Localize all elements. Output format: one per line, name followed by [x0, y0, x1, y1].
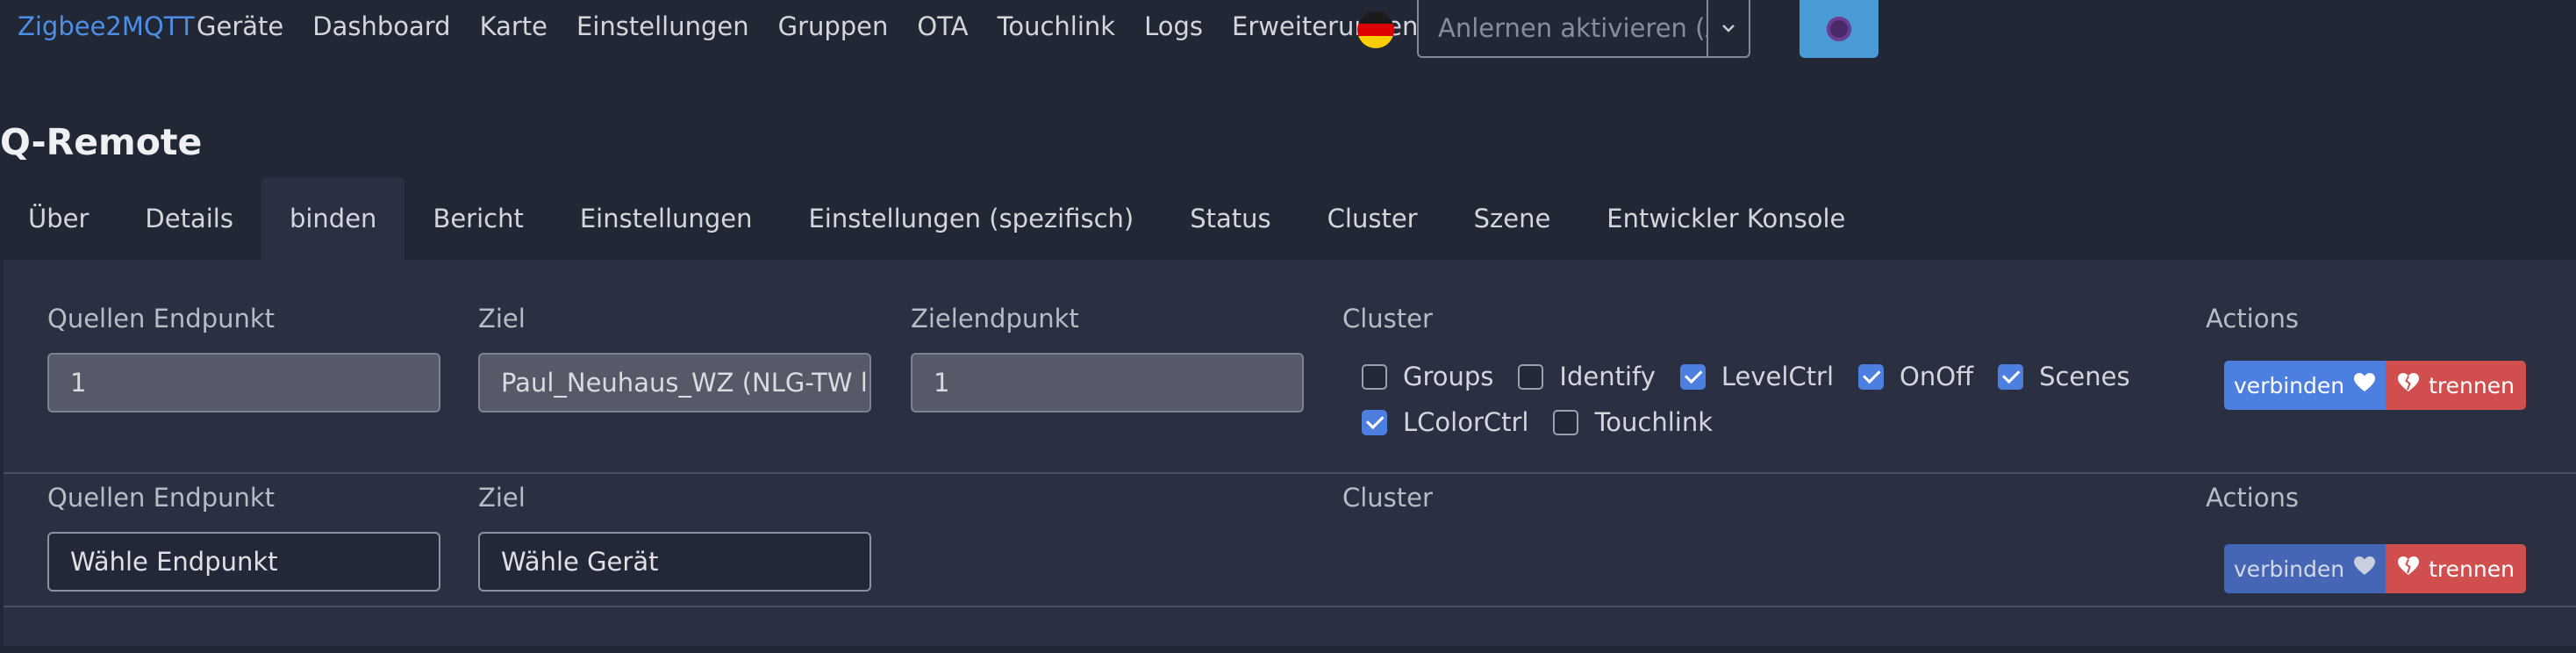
heart-icon: [2353, 372, 2376, 398]
nav-logs[interactable]: Logs: [1144, 11, 1203, 41]
bind-label: verbinden: [2233, 372, 2345, 398]
target-endpoint-select: 1: [911, 353, 1304, 413]
unbind-label: trennen: [2429, 372, 2515, 398]
cluster-lcolorctrl-checkbox[interactable]: LColorCtrl: [1362, 407, 1528, 437]
broken-heart-icon: [2397, 372, 2420, 398]
checkbox[interactable]: [1362, 363, 1387, 390]
actions-group: verbinden trennen: [2224, 544, 2526, 593]
checkbox[interactable]: [1998, 363, 2024, 390]
bind-button[interactable]: verbinden: [2224, 361, 2386, 410]
actions-label: Actions: [2206, 483, 2299, 513]
actions-group: verbinden trennen: [2224, 361, 2526, 410]
source-endpoint-select[interactable]: Wähle Endpunkt: [47, 532, 440, 592]
target-endpoint-label: Zielendpunkt: [911, 304, 1079, 334]
unbind-button[interactable]: trennen: [2386, 361, 2526, 410]
device-tabs: Über Details binden Bericht Einstellunge…: [0, 177, 1873, 260]
cluster-name: LColorCtrl: [1403, 407, 1529, 437]
tab-state[interactable]: Status: [1162, 177, 1299, 260]
tab-reporting[interactable]: Bericht: [404, 177, 551, 260]
theme-icon: [1827, 17, 1851, 41]
navbar: Zigbee2MQTT Geräte Dashboard Karte Einst…: [0, 0, 2576, 60]
tab-clusters[interactable]: Cluster: [1299, 177, 1446, 260]
target-label: Ziel: [478, 304, 526, 334]
checkbox[interactable]: [1518, 363, 1544, 390]
broken-heart-icon: [2397, 556, 2420, 582]
cluster-identify-checkbox[interactable]: Identify: [1518, 362, 1656, 391]
target-device-select: Paul_Neuhaus_WZ (NLG-TW light): [478, 353, 871, 413]
nav-settings[interactable]: Einstellungen: [576, 11, 749, 41]
cluster-name: OnOff: [1900, 362, 1974, 391]
theme-switch-button[interactable]: [1800, 0, 1878, 58]
bind-button[interactable]: verbinden: [2224, 544, 2386, 593]
actions-label: Actions: [2206, 304, 2299, 334]
tab-settings[interactable]: Einstellungen: [552, 177, 781, 260]
cluster-touchlink-checkbox[interactable]: Touchlink: [1553, 407, 1713, 437]
cluster-label: Cluster: [1342, 483, 1433, 513]
bind-label: verbinden: [2233, 556, 2345, 582]
cluster-onoff-checkbox[interactable]: OnOff: [1858, 362, 1973, 391]
permit-join-label: Anlernen aktivieren (Alle): [1438, 13, 1707, 43]
chevron-down-icon[interactable]: [1707, 0, 1749, 56]
brand-link[interactable]: Zigbee2MQTT: [18, 11, 195, 41]
target-device-select[interactable]: Wähle Gerät: [478, 532, 871, 592]
page-title: Q-Remote: [0, 121, 203, 163]
target-label: Ziel: [478, 483, 526, 513]
tab-bind[interactable]: binden: [261, 177, 405, 260]
bind-row: Quellen Endpunkt Ziel Zielendpunkt Clust…: [4, 260, 2576, 474]
heart-icon: [2353, 556, 2376, 582]
cluster-name: Scenes: [2039, 362, 2130, 391]
nav-items: Geräte Dashboard Karte Einstellungen Gru…: [197, 11, 1447, 41]
cluster-name: LevelCtrl: [1721, 362, 1835, 391]
source-endpoint-label: Quellen Endpunkt: [47, 483, 275, 513]
nav-map[interactable]: Karte: [480, 11, 547, 41]
bind-panel: Quellen Endpunkt Ziel Zielendpunkt Clust…: [4, 260, 2576, 646]
tab-settings-specific[interactable]: Einstellungen (spezifisch): [780, 177, 1162, 260]
cluster-groups-checkbox[interactable]: Groups: [1362, 362, 1493, 391]
tab-scene[interactable]: Szene: [1446, 177, 1579, 260]
cluster-name: Touchlink: [1594, 407, 1714, 437]
cluster-scenes-checkbox[interactable]: Scenes: [1998, 362, 2130, 391]
source-endpoint-select: 1: [47, 353, 440, 413]
nav-groups[interactable]: Gruppen: [778, 11, 889, 41]
checkbox[interactable]: [1362, 409, 1387, 435]
cluster-checkboxes: Groups Identify LevelCtrl OnOff Scenes: [1362, 362, 2155, 391]
unbind-label: trennen: [2429, 556, 2515, 582]
cluster-label: Cluster: [1342, 304, 1433, 334]
nav-dashboard[interactable]: Dashboard: [312, 11, 450, 41]
cluster-checkboxes: LColorCtrl Touchlink: [1362, 407, 1737, 437]
bind-row-new: Quellen Endpunkt Ziel Cluster Actions Wä…: [4, 474, 2576, 607]
source-endpoint-label: Quellen Endpunkt: [47, 304, 275, 334]
checkbox[interactable]: [1679, 363, 1706, 390]
checkbox[interactable]: [1553, 409, 1579, 435]
tab-details[interactable]: Details: [117, 177, 261, 260]
cluster-name: Groups: [1403, 362, 1494, 391]
unbind-button[interactable]: trennen: [2386, 544, 2526, 593]
cluster-name: Identify: [1559, 362, 1656, 391]
nav-devices[interactable]: Geräte: [197, 11, 283, 41]
german-flag-icon[interactable]: [1357, 11, 1394, 48]
tab-about[interactable]: Über: [0, 177, 117, 260]
permit-join-button[interactable]: Anlernen aktivieren (Alle): [1417, 0, 1750, 58]
tab-dev-console[interactable]: Entwickler Konsole: [1578, 177, 1873, 260]
checkbox[interactable]: [1858, 363, 1885, 390]
nav-ota[interactable]: OTA: [917, 11, 968, 41]
cluster-levelctrl-checkbox[interactable]: LevelCtrl: [1679, 362, 1835, 391]
nav-touchlink[interactable]: Touchlink: [998, 11, 1116, 41]
